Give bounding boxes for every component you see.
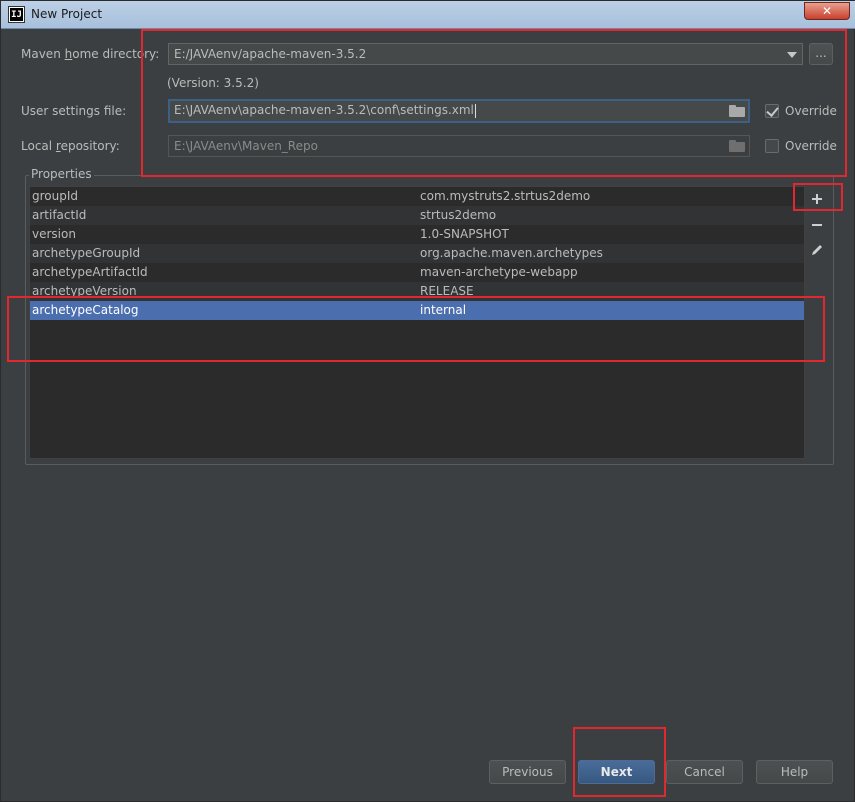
property-key: artifactId xyxy=(32,208,87,222)
local-repo-override-label: Override xyxy=(785,139,837,153)
table-row[interactable]: version 1.0-SNAPSHOT xyxy=(30,225,804,244)
table-row[interactable]: groupId com.mystruts2.strtus2demo xyxy=(30,187,804,206)
help-button[interactable]: Help xyxy=(756,760,833,784)
text-caret xyxy=(474,103,476,118)
property-key: archetypeVersion xyxy=(32,284,137,298)
property-value: 1.0-SNAPSHOT xyxy=(420,227,509,241)
minus-icon xyxy=(812,224,822,226)
property-value: RELEASE xyxy=(420,284,474,298)
maven-home-browse-button[interactable]: ... xyxy=(809,43,833,65)
maven-home-dropdown-button[interactable] xyxy=(781,43,803,65)
user-settings-override-checkbox[interactable] xyxy=(765,104,779,118)
table-row[interactable]: artifactId strtus2demo xyxy=(30,206,804,225)
user-settings-value: E:\JAVAenv\apache-maven-3.5.2\conf\setti… xyxy=(174,103,474,117)
table-row[interactable]: archetypeVersion RELEASE xyxy=(30,282,804,301)
folder-icon[interactable] xyxy=(729,140,745,152)
intellij-app-icon: IJ xyxy=(8,6,25,23)
property-value: internal xyxy=(420,303,467,317)
add-property-button[interactable] xyxy=(808,190,826,208)
property-value: org.apache.maven.archetypes xyxy=(420,246,603,260)
properties-title: Properties xyxy=(29,167,94,181)
properties-table[interactable]: groupId com.mystruts2.strtus2demo artifa… xyxy=(29,186,805,459)
local-repo-input[interactable]: E:\JAVAenv\Maven_Repo xyxy=(168,135,750,157)
maven-home-combo[interactable]: E:/JAVAenv/apache-maven-3.5.2 xyxy=(168,43,782,65)
local-repo-label: Local repository: xyxy=(21,139,120,153)
property-value: com.mystruts2.strtus2demo xyxy=(420,189,591,203)
user-settings-input[interactable]: E:\JAVAenv\apache-maven-3.5.2\conf\setti… xyxy=(168,99,750,123)
maven-home-label: Maven home directory: xyxy=(21,47,160,61)
remove-property-button[interactable] xyxy=(808,216,826,234)
window-title: New Project xyxy=(31,7,103,21)
edit-property-button[interactable] xyxy=(808,241,826,259)
previous-button[interactable]: Previous xyxy=(489,760,566,784)
cancel-button[interactable]: Cancel xyxy=(666,760,743,784)
folder-icon[interactable] xyxy=(729,105,745,117)
property-value: strtus2demo xyxy=(420,208,497,222)
user-settings-override-label: Override xyxy=(785,104,837,118)
new-project-dialog: IJ New Project ✕ Maven home directory: E… xyxy=(0,0,855,802)
property-value: maven-archetype-webapp xyxy=(420,265,578,279)
title-bar[interactable]: IJ New Project ✕ xyxy=(1,1,855,29)
plus-icon-stroke xyxy=(816,194,818,204)
next-button[interactable]: Next xyxy=(578,760,655,784)
property-key: archetypeCatalog xyxy=(32,303,139,317)
table-row[interactable]: archetypeGroupId org.apache.maven.archet… xyxy=(30,244,804,263)
chevron-down-icon xyxy=(787,52,797,58)
local-repo-override-checkbox[interactable] xyxy=(765,139,779,153)
maven-version-text: (Version: 3.5.2) xyxy=(167,76,259,90)
property-key: archetypeGroupId xyxy=(32,246,141,260)
property-key: archetypeArtifactId xyxy=(32,265,148,279)
table-row[interactable]: archetypeArtifactId maven-archetype-weba… xyxy=(30,263,804,282)
user-settings-label: User settings file: xyxy=(21,104,127,118)
property-key: groupId xyxy=(32,189,79,203)
property-key: version xyxy=(32,227,76,241)
table-row-selected[interactable]: archetypeCatalog internal xyxy=(30,301,804,320)
close-button[interactable]: ✕ xyxy=(804,2,850,20)
pencil-icon xyxy=(812,245,822,255)
